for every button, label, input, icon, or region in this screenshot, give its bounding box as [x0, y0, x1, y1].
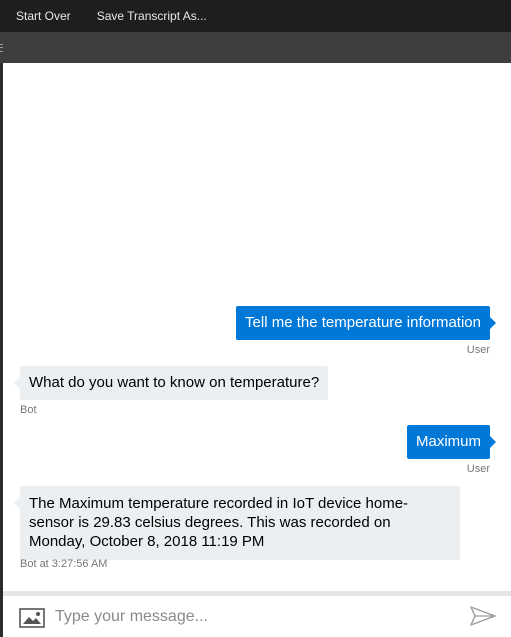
menu-bar: Start Over Save Transcript As... [0, 0, 511, 32]
toolbar [0, 32, 511, 63]
message-input[interactable] [55, 602, 455, 632]
bot-message-bubble: The Maximum temperature recorded in IoT … [14, 486, 460, 560]
save-transcript-menu-item[interactable]: Save Transcript As... [85, 0, 221, 32]
chat-history: Tell me the temperature information User… [3, 63, 511, 591]
user-message-bubble: Maximum [406, 425, 497, 459]
message-sender-label: Bot [20, 404, 37, 416]
message-composer [3, 591, 511, 637]
message-sender-label: User [466, 344, 490, 356]
bot-message-bubble: What do you want to know on temperature? [13, 366, 329, 400]
send-icon[interactable] [469, 605, 497, 627]
start-over-menu-item[interactable]: Start Over [0, 0, 85, 32]
message-sender-label: User [466, 463, 490, 475]
image-icon[interactable] [19, 608, 45, 628]
user-message-bubble: Tell me the temperature information [236, 306, 496, 340]
toolbar-grip-icon[interactable] [0, 44, 3, 52]
message-timestamp-label: Bot at 3:27:56 AM [20, 558, 108, 570]
